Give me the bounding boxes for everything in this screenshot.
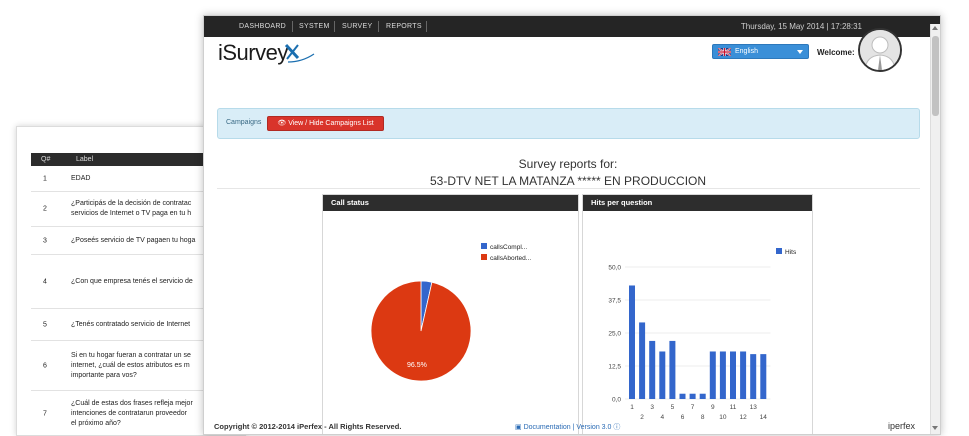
- x-tick-label: 9: [711, 404, 715, 411]
- row-num: 1: [43, 175, 47, 183]
- y-tick-label: 0,0: [612, 397, 621, 404]
- chevron-down-icon: [797, 50, 803, 54]
- x-tick-label: 3: [650, 404, 654, 411]
- nav-divider: [378, 21, 379, 32]
- x-tick-label: 1: [630, 404, 634, 411]
- col-q-header: Q#: [41, 156, 51, 163]
- user-silhouette-icon: [860, 30, 900, 70]
- footer: Copyright © 2012-2014 iPerfex - All Righ…: [214, 420, 934, 434]
- y-tick-label: 25,0: [608, 331, 621, 338]
- bar: [760, 354, 767, 399]
- x-tick-label: 7: [691, 404, 695, 411]
- call-status-panel: Call status 96.5% callsCompl... callsAbort…: [322, 194, 579, 434]
- row-num: 2: [43, 205, 47, 213]
- eye-icon: 👁: [277, 120, 287, 127]
- nav-reports[interactable]: REPORTS: [386, 16, 422, 37]
- bar: [709, 351, 716, 399]
- nav-divider: [426, 21, 427, 32]
- divider: [217, 188, 920, 189]
- slice-label: 96.5%: [407, 362, 427, 369]
- vertical-scrollbar[interactable]: [930, 24, 940, 434]
- bar: [639, 322, 646, 399]
- col-label-header: Label: [76, 156, 94, 163]
- welcome-label: Welcome:: [817, 48, 855, 57]
- x-tick-label: 13: [750, 404, 758, 411]
- row-num: 3: [43, 237, 47, 244]
- campaign-label: Campaigns: [226, 119, 262, 126]
- logo-text: iSurvey: [218, 40, 288, 65]
- bar: [730, 351, 736, 399]
- legend-swatch: [776, 248, 782, 254]
- avatar[interactable]: [858, 28, 902, 72]
- nav-survey[interactable]: SURVEY: [342, 16, 372, 37]
- nav-divider: [292, 21, 293, 32]
- x-tick-label: 11: [730, 404, 737, 411]
- main-window: DASHBOARD SYSTEM SURVEY REPORTS Thursday…: [203, 15, 941, 435]
- bar: [679, 393, 686, 399]
- nav-divider: [334, 21, 335, 32]
- bar: [659, 351, 666, 399]
- hits-per-question-panel: Hits per question 50,0 37,5 25,0 12,5 0,0 1 3 5…: [582, 194, 813, 434]
- panel-title: Call status: [323, 195, 578, 211]
- row-num: 7: [43, 410, 47, 418]
- bar: [629, 285, 635, 399]
- view-hide-campaigns-button[interactable]: 👁 View / Hide Campaigns List: [267, 116, 384, 131]
- legend-swatch: [481, 254, 487, 260]
- x-tick-label: 5: [671, 404, 675, 411]
- language-label: English: [735, 48, 758, 55]
- row-num: 4: [43, 278, 47, 285]
- bar: [689, 393, 696, 399]
- scrollbar-thumb[interactable]: [932, 36, 939, 116]
- y-tick-label: 50,0: [608, 265, 621, 272]
- bar: [740, 351, 747, 399]
- y-tick-label: 12,5: [608, 364, 621, 371]
- campaign-bar: Campaigns 👁 View / Hide Campaigns List: [217, 108, 920, 139]
- legend-label: Hits: [785, 249, 797, 256]
- y-tick-label: 37,5: [608, 298, 621, 305]
- documentation-link[interactable]: ▣ Documentation | Version 3.0 ⓘ: [515, 422, 620, 432]
- hits-bar-chart: 50,037,525,012,50,01 3 5 7 9 11 132 4 6 8 10 12 14Hi…: [608, 248, 797, 421]
- logo-x-mark-icon: [284, 43, 315, 63]
- campaign-button-label: View / Hide Campaigns List: [288, 120, 374, 127]
- bar: [719, 351, 726, 399]
- datetime-display: Thursday, 15 May 2014 | 17:28:31: [740, 22, 862, 31]
- call-status-pie-chart: 96.5% callsCompl... callsAborted...: [370, 243, 531, 382]
- row-num: 6: [43, 362, 47, 369]
- panel-title: Hits per question: [583, 195, 812, 211]
- isurvey-logo[interactable]: iSurvey: [218, 40, 288, 66]
- nav-dashboard[interactable]: DASHBOARD: [239, 16, 286, 37]
- scroll-up-arrow-icon[interactable]: [932, 26, 938, 30]
- uk-flag-icon: [717, 47, 732, 57]
- bar: [699, 393, 706, 399]
- iperfex-logo: iperfex: [888, 421, 915, 431]
- legend-label: callsCompl...: [490, 244, 527, 251]
- legend-swatch: [481, 243, 487, 249]
- report-title: Survey reports for:: [518, 157, 618, 171]
- language-select[interactable]: English: [712, 44, 809, 59]
- copyright-text: Copyright © 2012-2014 iPerfex - All Righ…: [214, 422, 402, 431]
- legend-label: callsAborted...: [490, 255, 531, 262]
- bar: [750, 354, 757, 399]
- bar: [649, 340, 656, 399]
- bar: [669, 340, 676, 399]
- row-num: 5: [43, 321, 47, 328]
- top-nav-bar: DASHBOARD SYSTEM SURVEY REPORTS Thursday…: [204, 16, 940, 37]
- nav-system[interactable]: SYSTEM: [299, 16, 330, 37]
- brand-text: iperfex: [888, 421, 916, 431]
- report-subtitle: 53-DTV NET LA MATANZA ***** EN PRODUCCIO…: [429, 174, 707, 188]
